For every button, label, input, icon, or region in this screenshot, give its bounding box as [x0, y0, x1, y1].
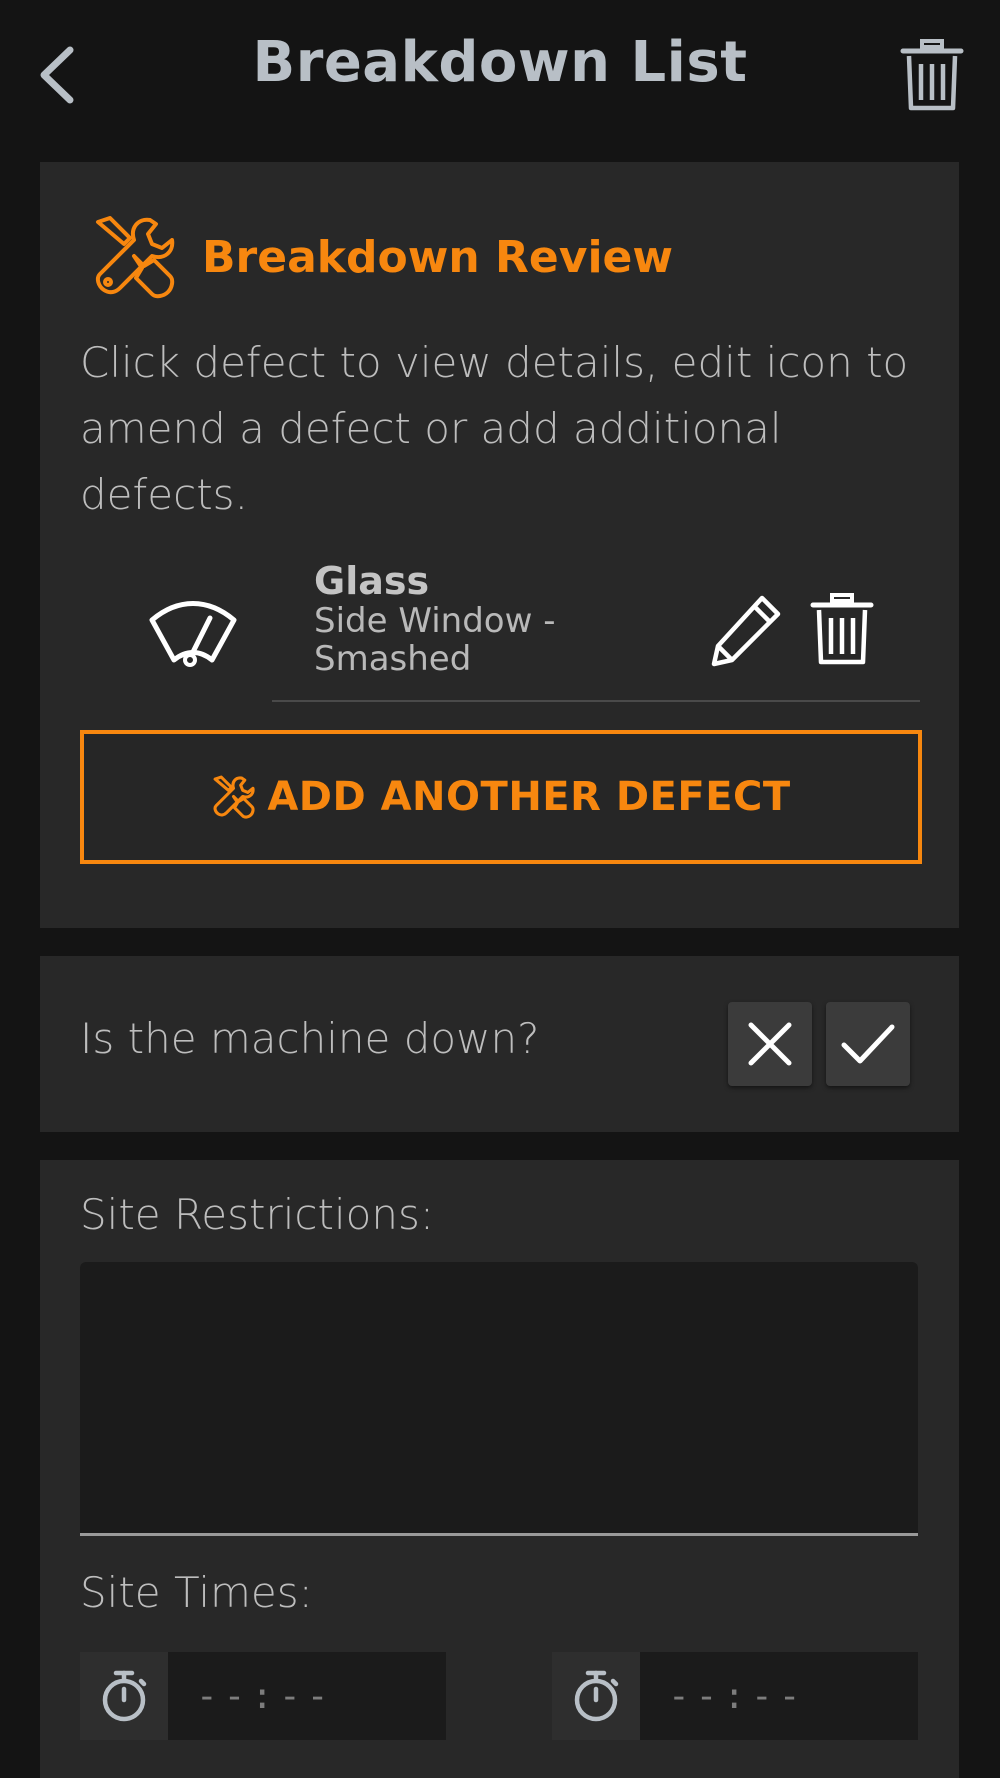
site-details-card: Site Restrictions: Site Times: --:-- --:…	[40, 1160, 959, 1778]
stopwatch-icon	[552, 1652, 640, 1740]
screen: Breakdown List Breakdown Review Click de…	[0, 0, 1000, 1778]
machine-down-yes-button[interactable]	[826, 1002, 910, 1086]
page-title: Breakdown List	[252, 30, 748, 95]
close-icon	[748, 1022, 792, 1066]
tools-icon	[95, 216, 175, 299]
site-start-time-field[interactable]: --:--	[80, 1652, 446, 1740]
add-defect-label: ADD ANOTHER DEFECT	[267, 774, 791, 820]
site-restrictions-label: Site Restrictions:	[80, 1190, 434, 1239]
site-times-label: Site Times:	[80, 1568, 313, 1617]
start-time-value: --:--	[196, 1675, 335, 1717]
pencil-icon	[711, 595, 781, 667]
site-restrictions-input[interactable]	[80, 1262, 918, 1536]
checkmark-icon	[841, 1024, 895, 1064]
defect-text: Glass Side Window - Smashed	[314, 560, 614, 678]
tools-icon	[213, 775, 255, 819]
delete-breakdown-button[interactable]	[900, 38, 964, 112]
delete-defect-button[interactable]	[810, 592, 874, 666]
top-bar: Breakdown List	[0, 0, 1000, 140]
machine-down-no-button[interactable]	[728, 1002, 812, 1086]
review-header: Breakdown Review	[90, 212, 673, 302]
trash-icon	[900, 39, 964, 111]
end-time-value: --:--	[668, 1675, 807, 1717]
review-instructions: Click defect to view details, edit icon …	[80, 338, 909, 519]
breakdown-review-card: Breakdown Review Click defect to view de…	[40, 162, 959, 928]
defect-detail: Side Window - Smashed	[314, 601, 556, 679]
trash-icon	[810, 593, 874, 665]
edit-defect-button[interactable]	[708, 592, 784, 668]
machine-down-card: Is the machine down?	[40, 956, 959, 1132]
site-end-time-field[interactable]: --:--	[552, 1652, 918, 1740]
windscreen-wiper-icon	[148, 596, 238, 670]
divider	[272, 700, 920, 702]
review-title: Breakdown Review	[202, 231, 674, 283]
defect-list-item[interactable]: Glass Side Window - Smashed	[40, 560, 959, 700]
add-another-defect-button[interactable]: ADD ANOTHER DEFECT	[80, 730, 922, 864]
stopwatch-icon	[80, 1652, 168, 1740]
machine-down-question: Is the machine down?	[80, 1014, 540, 1063]
defect-name: Glass	[314, 559, 430, 603]
